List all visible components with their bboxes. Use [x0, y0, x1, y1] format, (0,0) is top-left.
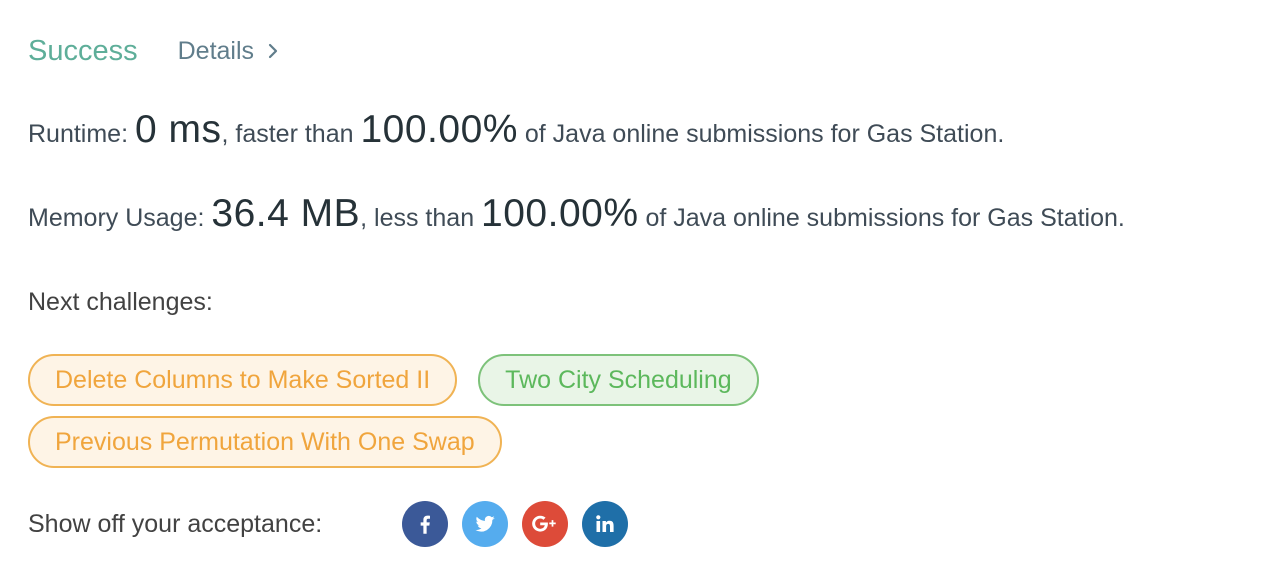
next-challenges-list: Delete Columns to Make Sorted II Two Cit… — [28, 354, 1028, 478]
runtime-label: Runtime: — [28, 120, 135, 148]
memory-value: 36.4 MB — [211, 192, 361, 235]
share-icons — [402, 501, 628, 547]
status-label: Success — [28, 34, 138, 67]
details-label: Details — [177, 36, 255, 65]
twitter-share-button[interactable] — [462, 501, 508, 547]
share-row: Show off your acceptance: — [28, 500, 628, 548]
memory-suffix: of Java online submissions for Gas Stati… — [638, 204, 1125, 232]
memory-percentile: 100.00% — [481, 192, 639, 235]
facebook-icon — [420, 515, 430, 534]
details-link[interactable]: Details — [178, 37, 278, 66]
challenge-chip-previous-permutation[interactable]: Previous Permutation With One Swap — [28, 416, 502, 468]
runtime-stat: Runtime: 0 ms, faster than 100.00% of Ja… — [28, 108, 1004, 152]
memory-label: Memory Usage: — [28, 204, 212, 232]
runtime-suffix: of Java online submissions for Gas Stati… — [517, 120, 1005, 148]
memory-comparison: , less than — [360, 204, 482, 232]
share-label: Show off your acceptance: — [28, 509, 323, 538]
runtime-percentile: 100.00% — [360, 108, 518, 151]
linkedin-icon — [596, 515, 614, 532]
runtime-comparison: , faster than — [221, 120, 361, 148]
submission-result-panel: Success Details Runtime: 0 ms, faster th… — [0, 0, 1264, 580]
memory-stat: Memory Usage: 36.4 MB, less than 100.00%… — [28, 192, 1125, 236]
next-challenges-label: Next challenges: — [28, 288, 213, 316]
chevron-right-icon — [268, 43, 278, 59]
result-header: Success Details — [28, 28, 278, 74]
runtime-value: 0 ms — [134, 108, 222, 151]
google-plus-icon — [532, 515, 556, 532]
linkedin-share-button[interactable] — [582, 501, 628, 547]
challenge-chip-two-city-scheduling[interactable]: Two City Scheduling — [478, 354, 759, 406]
google-plus-share-button[interactable] — [522, 501, 568, 547]
challenge-chip-delete-columns[interactable]: Delete Columns to Make Sorted II — [28, 354, 458, 406]
twitter-icon — [475, 515, 495, 532]
facebook-share-button[interactable] — [402, 501, 448, 547]
